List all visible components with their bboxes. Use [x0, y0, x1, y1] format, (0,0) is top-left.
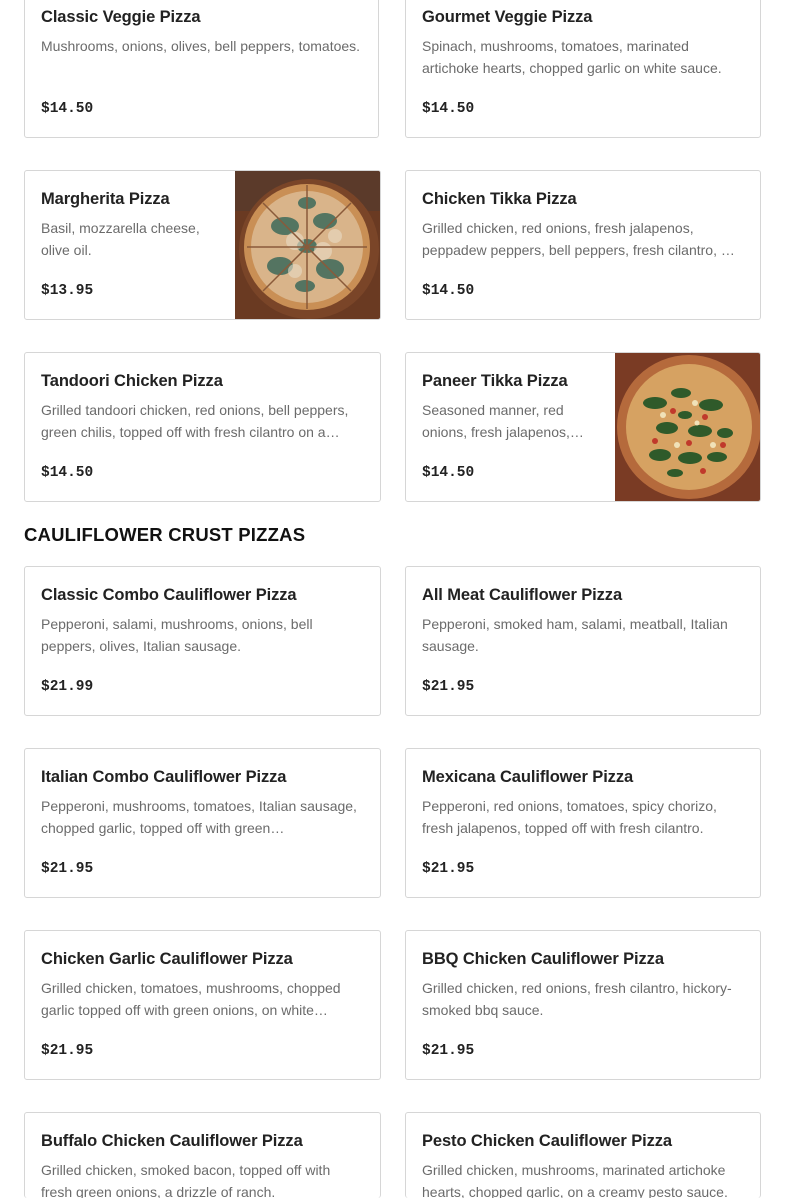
- item-price: $21.95: [41, 1043, 94, 1059]
- item-price: $14.50: [422, 465, 475, 481]
- item-description: Grilled tandoori chicken, red onions, be…: [41, 402, 349, 440]
- item-title: Chicken Tikka Pizza: [422, 190, 577, 208]
- item-description: Pepperoni, red onions, tomatoes, spicy c…: [422, 798, 717, 836]
- item-description: Grilled chicken, red onions, fresh cilan…: [422, 980, 732, 1018]
- item-title: Italian Combo Cauliflower Pizza: [41, 768, 287, 786]
- item-title: All Meat Cauliflower Pizza: [422, 586, 623, 604]
- menu-item-card[interactable]: All Meat Cauliflower Pizza Pepperoni, sm…: [405, 566, 761, 716]
- section-heading: CAULIFLOWER CRUST PIZZAS: [24, 524, 306, 545]
- item-description: Spinach, mushrooms, tomatoes, marinated …: [422, 38, 722, 76]
- item-price: $14.50: [422, 283, 475, 299]
- item-price: $21.95: [422, 861, 475, 877]
- item-description: Seasoned manner, red onions, fresh jalap…: [422, 402, 584, 440]
- item-title: Chicken Garlic Cauliflower Pizza: [41, 950, 293, 968]
- item-description: Pepperoni, smoked ham, salami, meatball,…: [422, 616, 728, 654]
- item-title: Mexicana Cauliflower Pizza: [422, 768, 634, 786]
- item-description: Grilled chicken, tomatoes, mushrooms, ch…: [41, 980, 341, 1018]
- menu-item-card[interactable]: Buffalo Chicken Cauliflower Pizza Grille…: [24, 1112, 381, 1198]
- menu-item-card[interactable]: Classic Combo Cauliflower Pizza Pepperon…: [24, 566, 381, 716]
- item-title: Tandoori Chicken Pizza: [41, 372, 223, 390]
- item-title: Buffalo Chicken Cauliflower Pizza: [41, 1132, 303, 1150]
- item-title: BBQ Chicken Cauliflower Pizza: [422, 950, 664, 968]
- menu-item-card[interactable]: Pesto Chicken Cauliflower Pizza Grilled …: [405, 1112, 761, 1198]
- menu-item-card[interactable]: Chicken Tikka Pizza Grilled chicken, red…: [405, 170, 761, 320]
- menu-item-card[interactable]: Chicken Garlic Cauliflower Pizza Grilled…: [24, 930, 381, 1080]
- item-description: Pepperoni, salami, mushrooms, onions, be…: [41, 616, 313, 654]
- item-price: $21.95: [422, 679, 475, 695]
- pizza-photo: [235, 171, 380, 319]
- item-description: Grilled chicken, mushrooms, marinated ar…: [422, 1162, 728, 1198]
- menu-item-card[interactable]: Paneer Tikka Pizza Seasoned manner, red …: [405, 352, 761, 502]
- item-price: $14.50: [41, 465, 94, 481]
- item-description: Basil, mozzarella cheese, olive oil.: [41, 220, 200, 258]
- pizza-photo: [615, 353, 760, 501]
- item-title: Paneer Tikka Pizza: [422, 372, 568, 390]
- item-title: Classic Combo Cauliflower Pizza: [41, 586, 297, 604]
- item-price: $21.95: [41, 861, 94, 877]
- menu-item-card[interactable]: Italian Combo Cauliflower Pizza Pepperon…: [24, 748, 381, 898]
- item-price: $14.50: [422, 101, 475, 117]
- item-price: $13.95: [41, 283, 94, 299]
- item-title: Pesto Chicken Cauliflower Pizza: [422, 1132, 672, 1150]
- item-description: Pepperoni, mushrooms, tomatoes, Italian …: [41, 798, 357, 836]
- item-price: $21.99: [41, 679, 94, 695]
- item-description: Grilled chicken, smoked bacon, topped of…: [41, 1162, 331, 1198]
- item-description: Mushrooms, onions, olives, bell peppers,…: [41, 38, 361, 54]
- item-description: Grilled chicken, red onions, fresh jalap…: [422, 220, 735, 258]
- menu-item-card[interactable]: Gourmet Veggie Pizza Spinach, mushrooms,…: [405, 0, 761, 138]
- item-price: $14.50: [41, 101, 94, 117]
- menu-item-card[interactable]: Mexicana Cauliflower Pizza Pepperoni, re…: [405, 748, 761, 898]
- menu-item-card[interactable]: Tandoori Chicken Pizza Grilled tandoori …: [24, 352, 381, 502]
- menu-item-card[interactable]: Margherita Pizza Basil, mozzarella chees…: [24, 170, 381, 320]
- item-price: $21.95: [422, 1043, 475, 1059]
- menu-item-card[interactable]: BBQ Chicken Cauliflower Pizza Grilled ch…: [405, 930, 761, 1080]
- menu-item-card[interactable]: Classic Veggie Pizza Mushrooms, onions, …: [24, 0, 379, 138]
- item-title: Gourmet Veggie Pizza: [422, 8, 593, 26]
- item-title: Margherita Pizza: [41, 190, 170, 208]
- item-title: Classic Veggie Pizza: [41, 8, 201, 26]
